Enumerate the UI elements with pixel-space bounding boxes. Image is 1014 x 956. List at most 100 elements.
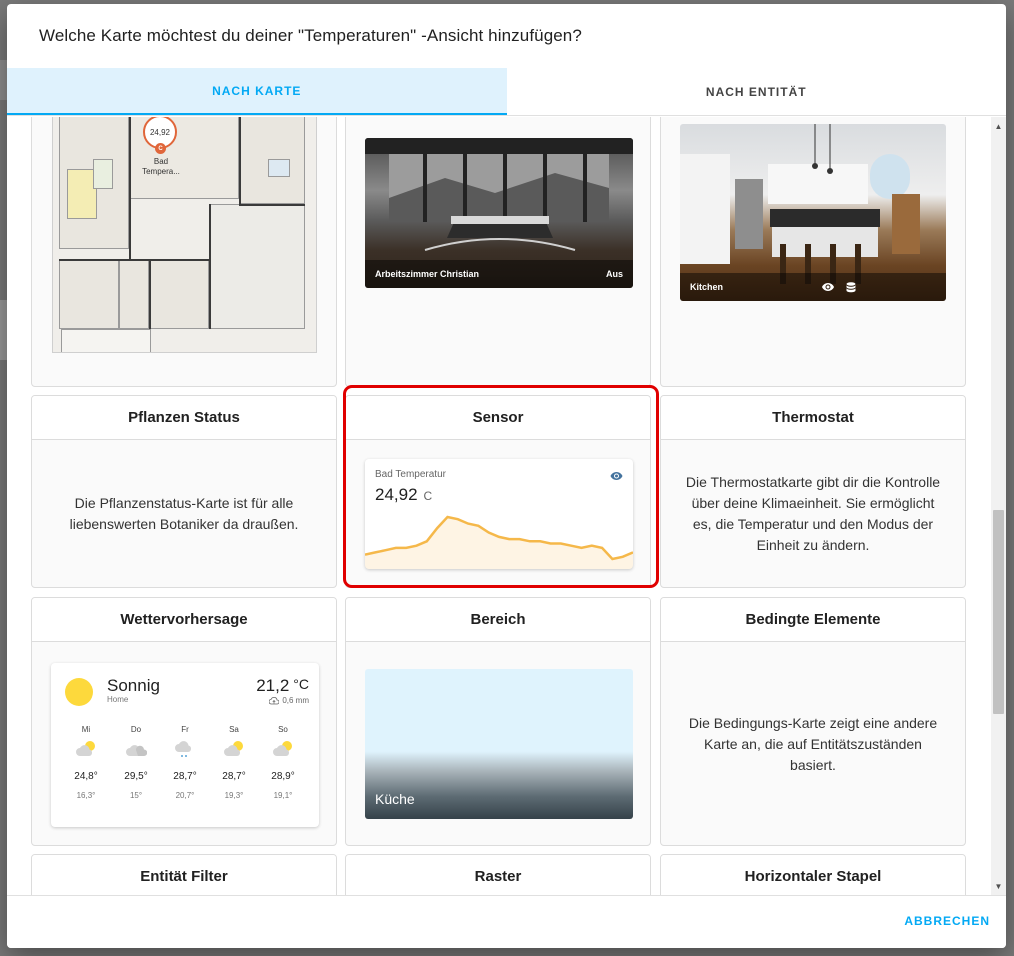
card-weather-forecast[interactable]: Wettervorhersage Sonnig Home 21,2 °C 0,6… bbox=[31, 597, 337, 846]
forecast-low: 20,7° bbox=[175, 791, 195, 800]
badge-label-line: Tempera... bbox=[142, 167, 180, 176]
card-thermostat[interactable]: Thermostat Die Thermostatkarte gibt dir … bbox=[660, 395, 966, 588]
floorplan-wall bbox=[239, 204, 305, 206]
floorplan-wall bbox=[129, 117, 131, 259]
partly-cloudy-icon bbox=[76, 741, 95, 756]
floorplan-wall bbox=[59, 259, 209, 261]
kitchen-picture: Kitchen bbox=[680, 124, 946, 301]
card-description: Die Pflanzenstatus-Karte ist für alle li… bbox=[69, 495, 299, 532]
forecast-day: Sa 28,7° 19,3° bbox=[214, 725, 254, 800]
cancel-button[interactable]: ABBRECHEN bbox=[904, 914, 990, 928]
room-picture: Arbeitszimmer Christian Aus bbox=[365, 138, 633, 288]
forecast-day-name: Sa bbox=[229, 725, 239, 734]
forecast-day-name: Fr bbox=[181, 725, 189, 734]
tab-by-entity[interactable]: NACH ENTITÄT bbox=[507, 68, 1007, 115]
precipitation: 0,6 mm bbox=[269, 696, 309, 705]
floorplan-room bbox=[59, 259, 119, 329]
database-icon[interactable] bbox=[846, 281, 856, 293]
sensor-graph bbox=[365, 515, 633, 569]
floorplan-wall bbox=[209, 204, 211, 329]
card-title: Sensor bbox=[346, 396, 650, 440]
sun-icon bbox=[65, 678, 93, 706]
badge-label-line: Bad bbox=[153, 157, 169, 166]
sensor-name: Bad Temperatur bbox=[375, 469, 446, 480]
card-description: Die Bedingungs-Karte zeigt eine andere K… bbox=[688, 714, 938, 773]
card-title: Horizontaler Stapel bbox=[661, 855, 965, 895]
forecast-day-name: Mi bbox=[81, 725, 91, 734]
card-horizontal-stack[interactable]: Horizontaler Stapel bbox=[660, 854, 966, 895]
glance-icons bbox=[822, 281, 856, 293]
partly-cloudy-icon bbox=[224, 741, 243, 756]
tab-by-card[interactable]: NACH KARTE bbox=[7, 68, 507, 115]
card-description: Die Thermostatkarte gibt dir die Kontrol… bbox=[685, 474, 941, 553]
dialog-footer: ABBRECHEN bbox=[7, 895, 1006, 948]
scroll-thumb[interactable] bbox=[993, 510, 1004, 714]
add-card-dialog: Welche Karte möchtest du deiner "Tempera… bbox=[7, 4, 1006, 948]
dialog-title: Welche Karte möchtest du deiner "Tempera… bbox=[39, 26, 582, 45]
card-picture-elements[interactable]: 24,92 C Bad Tempera... bbox=[31, 117, 337, 387]
tab-bar: NACH KARTE NACH ENTITÄT bbox=[7, 68, 1006, 116]
forecast-high: 24,8° bbox=[74, 771, 98, 782]
floorplan-garage bbox=[209, 204, 305, 329]
floorplan-room bbox=[119, 259, 149, 329]
entity-state: Aus bbox=[605, 269, 623, 279]
card-area[interactable]: Bereich Küche bbox=[345, 597, 651, 846]
eye-icon[interactable] bbox=[822, 282, 834, 292]
forecast-day-name: Do bbox=[130, 725, 142, 734]
card-grid[interactable]: Raster bbox=[345, 854, 651, 895]
temperature-unit: °C bbox=[293, 676, 309, 692]
area-card-preview: Küche bbox=[365, 669, 633, 819]
sensor-graph-fill bbox=[365, 517, 633, 569]
scroll-down-arrow[interactable]: ▼ bbox=[991, 879, 1006, 893]
card-picture-glance[interactable]: Kitchen bbox=[660, 117, 966, 387]
card-title: Bedingte Elemente bbox=[661, 598, 965, 642]
card-plant-status[interactable]: Pflanzen Status Die Pflanzenstatus-Karte… bbox=[31, 395, 337, 588]
card-sensor[interactable]: Sensor Bad Temperatur 24,92 C bbox=[345, 395, 651, 588]
forecast-high: 28,7° bbox=[222, 771, 246, 782]
badge-value: 24,92 bbox=[149, 127, 171, 137]
sensor-reading: 24,92 C bbox=[375, 485, 432, 505]
card-title: Entität Filter bbox=[32, 855, 336, 895]
floorplan-bath bbox=[268, 159, 290, 177]
card-picker-grid[interactable]: 24,92 C Bad Tempera... Arbeitszimmer Chr… bbox=[7, 117, 1006, 895]
picture-caption: Kitchen bbox=[680, 273, 946, 301]
scroll-up-arrow[interactable]: ▲ bbox=[991, 119, 1006, 133]
forecast-high: 28,9° bbox=[271, 771, 295, 782]
scrollbar[interactable]: ▲ ▼ bbox=[991, 117, 1006, 895]
cloud-upload-icon bbox=[269, 696, 280, 704]
floorplan-island bbox=[93, 159, 113, 189]
forecast-high: 29,5° bbox=[124, 771, 148, 782]
floorplan-wall bbox=[239, 117, 241, 204]
forecast-day: Fr 28,7° 20,7° bbox=[165, 725, 205, 800]
sensor-value: 24,92 bbox=[375, 485, 418, 504]
weather-card-preview: Sonnig Home 21,2 °C 0,6 mm Mi 24,8° 16,3… bbox=[51, 663, 319, 827]
weather-condition: Sonnig bbox=[107, 676, 160, 695]
floorplan-preview: 24,92 C Bad Tempera... bbox=[52, 117, 317, 353]
weather-preview-area: Sonnig Home 21,2 °C 0,6 mm Mi 24,8° 16,3… bbox=[32, 642, 336, 845]
area-preview-area: Küche bbox=[346, 642, 650, 845]
card-title: Raster bbox=[346, 855, 650, 895]
forecast-low: 19,3° bbox=[224, 791, 244, 800]
card-entity-filter[interactable]: Entität Filter bbox=[31, 854, 337, 895]
card-picture-entity[interactable]: Arbeitszimmer Christian Aus bbox=[345, 117, 651, 387]
floorplan-room bbox=[149, 259, 209, 329]
picture-caption: Arbeitszimmer Christian Aus bbox=[365, 260, 633, 288]
card-title: Pflanzen Status bbox=[32, 396, 336, 440]
eye-icon bbox=[610, 472, 623, 480]
badge-label: Bad Tempera... bbox=[139, 157, 183, 177]
sensor-preview-area: Bad Temperatur 24,92 C bbox=[346, 440, 650, 587]
weather-location: Home bbox=[107, 695, 129, 704]
card-conditional[interactable]: Bedingte Elemente Die Bedingungs-Karte z… bbox=[660, 597, 966, 846]
forecast-day: Do 29,5° 15° bbox=[116, 725, 156, 800]
forecast-day-name: So bbox=[278, 725, 288, 734]
area-name: Küche bbox=[375, 791, 415, 807]
precipitation-value: 0,6 mm bbox=[282, 696, 309, 705]
sensor-unit: C bbox=[423, 489, 433, 503]
rainy-icon bbox=[175, 741, 192, 757]
forecast-low: 16,3° bbox=[76, 791, 96, 800]
temperature-value: 21,2 bbox=[256, 676, 290, 695]
floorplan-patio bbox=[61, 329, 151, 352]
forecast-low: 19,1° bbox=[273, 791, 293, 800]
partly-cloudy-icon bbox=[273, 741, 292, 756]
cloudy-icon bbox=[126, 745, 148, 756]
